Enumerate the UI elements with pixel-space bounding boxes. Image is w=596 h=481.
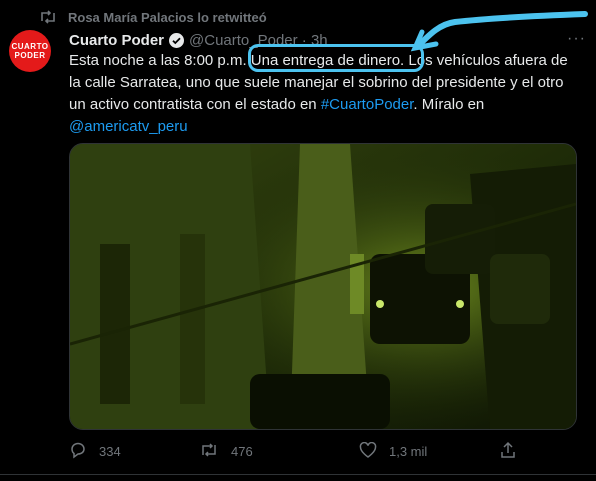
avatar-line1: CUARTO: [11, 42, 49, 51]
tweet-header: Cuarto Poder @Cuarto_Poder · 3h: [69, 30, 582, 50]
hashtag-link[interactable]: #CuartoPoder: [321, 96, 414, 113]
like-count: 1,3 mil: [389, 443, 428, 459]
share-icon: [499, 441, 517, 462]
avatar-line2: PODER: [14, 51, 46, 60]
heart-icon: [359, 441, 377, 461]
reply-button[interactable]: 334: [69, 441, 199, 462]
tweet-video[interactable]: [69, 143, 577, 430]
reply-count: 334: [99, 443, 121, 459]
retweet-count: 476: [231, 443, 253, 459]
retweet-banner-text: Rosa María Palacios lo retwitteó: [68, 9, 267, 25]
retweet-banner[interactable]: Rosa María Palacios lo retwitteó: [38, 8, 267, 26]
share-button[interactable]: [499, 441, 529, 462]
like-button[interactable]: 1,3 mil: [359, 441, 499, 461]
mention-link[interactable]: @americatv_peru: [69, 118, 188, 135]
night-vision-image: [70, 144, 576, 429]
author-name[interactable]: Cuarto Poder: [69, 32, 164, 49]
tweet-text-middle: . Míralo en: [413, 96, 485, 113]
verified-badge-icon: [168, 32, 185, 49]
author-handle[interactable]: @Cuarto_Poder · 3h: [189, 32, 328, 49]
retweet-action-icon: [199, 442, 219, 461]
tweet-actions: 334 476 1,3 mil: [69, 440, 569, 462]
retweet-button[interactable]: 476: [199, 442, 359, 461]
tweet-text: Esta noche a las 8:00 p.m. Una entrega d…: [69, 50, 579, 138]
reply-icon: [69, 441, 87, 462]
divider: [0, 474, 596, 475]
avatar[interactable]: CUARTO PODER: [9, 30, 51, 72]
retweet-icon: [38, 9, 58, 25]
tweet-text-body: Esta noche a las 8:00 p.m. Una entrega d…: [69, 52, 568, 113]
more-options-icon[interactable]: ···: [567, 30, 586, 48]
